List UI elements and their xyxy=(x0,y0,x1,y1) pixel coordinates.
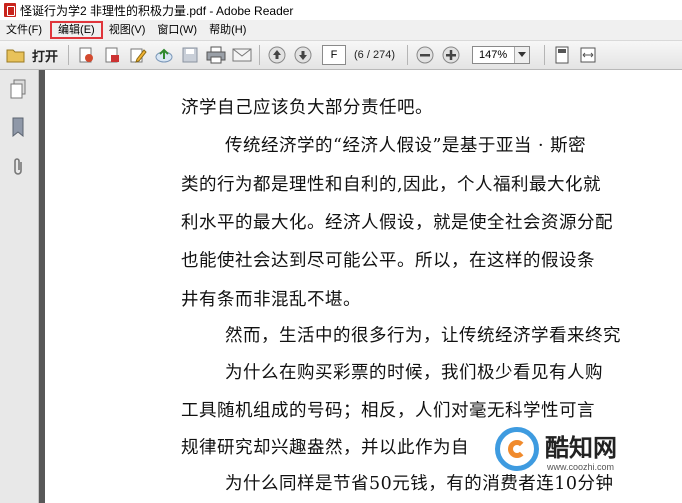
open-button[interactable]: 打开 xyxy=(0,44,64,66)
create-pdf-icon xyxy=(79,47,94,63)
menu-window[interactable]: 窗口(W) xyxy=(151,21,203,39)
navigation-panel xyxy=(0,70,39,503)
window-title: 怪诞行为学2 非理性的积极力量.pdf - Adobe Reader xyxy=(20,3,294,18)
menu-view[interactable]: 视图(V) xyxy=(103,21,152,39)
page-count: (6 / 274) xyxy=(354,49,395,61)
sign-button[interactable] xyxy=(127,44,149,66)
email-button[interactable] xyxy=(231,44,253,66)
fit-page-icon xyxy=(555,46,569,64)
toolbar-separator xyxy=(406,45,408,65)
text-line: 类的行为都是理性和自利的,因此，个人福利最大化就 xyxy=(181,175,602,195)
plus-icon xyxy=(442,46,460,64)
zoom-value: 147% xyxy=(478,49,508,61)
text-line: 利水平的最大化。经济人假设，就是使全社会资源分配 xyxy=(181,213,613,233)
next-page-button[interactable] xyxy=(292,44,314,66)
combine-icon xyxy=(105,47,120,63)
paperclip-icon xyxy=(14,158,22,175)
previous-page-button[interactable] xyxy=(266,44,288,66)
fit-width-icon xyxy=(580,47,596,63)
text-line: 济学自己应该负大部分责任吧。 xyxy=(181,98,433,118)
text-line: 为什么在购买彩票的时候，我们极少看见有人购 xyxy=(225,363,603,383)
pdf-app-icon xyxy=(4,3,16,17)
toolbar-separator xyxy=(68,45,70,65)
bookmarks-panel-button[interactable] xyxy=(8,116,28,138)
folder-icon xyxy=(6,49,25,63)
watermark-url: www.coozhi.com xyxy=(547,462,615,472)
title-bar: 怪诞行为学2 非理性的积极力量.pdf - Adobe Reader xyxy=(0,0,682,20)
text-line: 传统经济学的“经济人假设”是基于亚当 · 斯密 xyxy=(225,136,587,156)
zoom-in-button[interactable] xyxy=(440,44,462,66)
attachments-panel-button[interactable] xyxy=(8,156,28,178)
bookmark-icon xyxy=(12,117,24,137)
menu-help[interactable]: 帮助(H) xyxy=(203,21,252,39)
pen-icon xyxy=(130,48,147,63)
text-line: 然而，生活中的很多行为，让传统经济学看来终究 xyxy=(225,326,621,346)
zoom-out-button[interactable] xyxy=(414,44,436,66)
save-button[interactable] xyxy=(179,44,201,66)
chevron-down-icon[interactable] xyxy=(513,47,529,63)
fit-width-button[interactable] xyxy=(577,44,599,66)
cloud-upload-icon xyxy=(155,48,173,63)
arrow-down-icon xyxy=(294,46,312,64)
mail-icon xyxy=(232,48,252,62)
combine-button[interactable] xyxy=(101,44,123,66)
page-number-input[interactable]: F xyxy=(322,45,347,65)
printer-icon xyxy=(206,46,226,64)
minus-icon xyxy=(416,46,434,64)
text-line: 工具随机组成的号码；相反，人们对毫无科学性可言 xyxy=(181,401,595,421)
save-icon xyxy=(182,47,198,63)
menu-edit[interactable]: 编辑(E) xyxy=(50,21,103,39)
text-line: 井有条而非混乱不堪。 xyxy=(181,290,361,310)
toolbar-separator xyxy=(259,45,261,65)
watermark: 酷知网 www.coozhi.com xyxy=(485,422,675,492)
toolbar-separator xyxy=(543,45,545,65)
open-label: 打开 xyxy=(32,48,59,64)
pages-icon xyxy=(10,79,26,99)
arrow-up-icon xyxy=(268,46,286,64)
text-line: 规律研究却兴趣盎然，并以此作为自 xyxy=(181,438,469,458)
toolbar: 打开 F (6 / 274) 147% xyxy=(0,41,682,70)
watermark-brand: 酷知网 xyxy=(543,428,619,463)
pages-panel-button[interactable] xyxy=(8,78,28,100)
text-line: 也能使社会达到尽可能公平。所以，在这样的假设条 xyxy=(181,251,595,271)
fit-page-button[interactable] xyxy=(551,44,573,66)
print-button[interactable] xyxy=(205,44,227,66)
watermark-logo-icon xyxy=(495,427,539,471)
menu-bar: 文件(F) 编辑(E) 视图(V) 窗口(W) 帮助(H) xyxy=(0,20,682,41)
zoom-select[interactable]: 147% xyxy=(471,46,530,64)
upload-button[interactable] xyxy=(153,44,175,66)
menu-file[interactable]: 文件(F) xyxy=(0,21,48,39)
create-pdf-button[interactable] xyxy=(75,44,97,66)
